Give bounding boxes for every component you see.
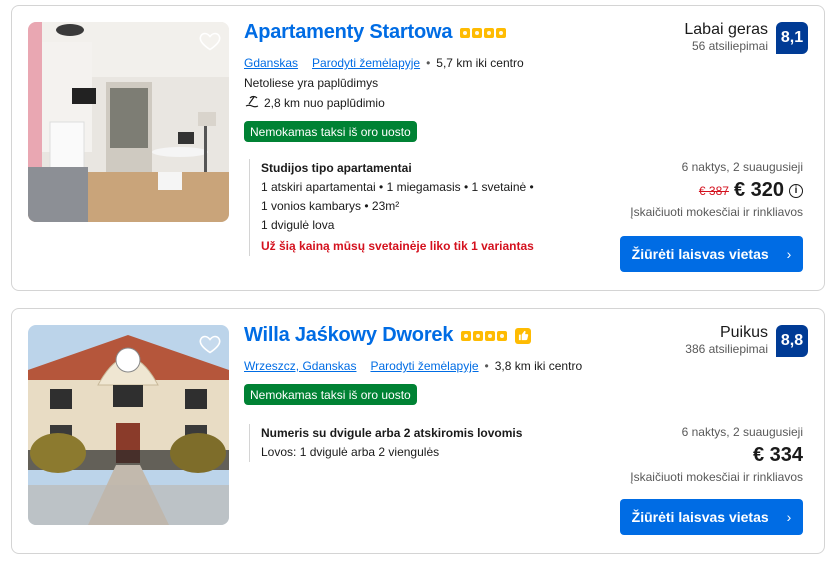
see-availability-button[interactable]: Žiūrėti laisvas vietas › bbox=[620, 236, 803, 272]
star-icon bbox=[460, 27, 471, 38]
location-row: Gdanskas Parodyti žemėlapyje • 5,7 km ik… bbox=[244, 56, 524, 70]
show-map-link[interactable]: Parodyti žemėlapyje bbox=[370, 359, 478, 373]
price-row: € 334 bbox=[630, 444, 803, 467]
free-taxi-badge: Nemokamas taksi iš oro uosto bbox=[244, 384, 417, 405]
see-availability-button[interactable]: Žiūrėti laisvas vietas › bbox=[620, 499, 803, 535]
review-summary[interactable]: Labai geras 56 atsiliepimai 8,1 bbox=[684, 21, 808, 54]
thumbs-up-icon[interactable] bbox=[515, 327, 532, 344]
price-area: 6 naktys, 2 suaugusieji € 334 Įskaičiuot… bbox=[630, 424, 803, 484]
tax-note: Įskaičiuoti mokesčiai ir rinkliavos bbox=[630, 205, 803, 219]
star-icon bbox=[485, 330, 496, 341]
star-icon bbox=[473, 330, 484, 341]
favorite-heart-icon[interactable] bbox=[197, 28, 223, 54]
room-title: Studijos tipo apartamentai bbox=[261, 161, 412, 175]
room-line: 1 vonios kambarys • 23m² bbox=[261, 199, 400, 213]
review-score-badge: 8,8 bbox=[776, 325, 808, 357]
property-name[interactable]: Willa Jaśkowy Dworek bbox=[244, 324, 453, 347]
price: € 320 bbox=[733, 179, 784, 201]
tax-note: Įskaičiuoti mokesčiai ir rinkliavos bbox=[630, 470, 803, 484]
star-icon bbox=[461, 330, 472, 341]
distance-to-center: 5,7 km iki centro bbox=[436, 56, 524, 70]
separator-dot: • bbox=[484, 359, 489, 373]
property-name[interactable]: Apartamenty Startowa bbox=[244, 21, 452, 44]
title-row: Apartamenty Startowa bbox=[244, 21, 507, 44]
room-details: Numeris su dvigule arba 2 atskiromis lov… bbox=[249, 424, 522, 462]
beach-icon bbox=[244, 94, 260, 111]
star-icon bbox=[472, 27, 483, 38]
review-word: Labai geras bbox=[684, 21, 768, 38]
beach-distance-text: 2,8 km nuo paplūdimio bbox=[264, 95, 385, 110]
review-score-badge: 8,1 bbox=[776, 22, 808, 54]
property-photo[interactable] bbox=[28, 325, 229, 525]
room-details: Studijos tipo apartamentai 1 atskiri apa… bbox=[249, 159, 534, 256]
favorite-heart-icon[interactable] bbox=[197, 331, 223, 357]
title-row: Willa Jaśkowy Dworek bbox=[244, 324, 532, 347]
room-line: 1 dvigulė lova bbox=[261, 218, 335, 232]
review-text: Puikus 386 atsiliepimai bbox=[685, 324, 768, 357]
beach-distance: 2,8 km nuo paplūdimio bbox=[244, 94, 385, 111]
price-area: 6 naktys, 2 suaugusieji € 387 € 320 i Įs… bbox=[630, 159, 803, 219]
old-price: € 387 bbox=[698, 183, 729, 198]
property-photo[interactable] bbox=[28, 22, 229, 222]
chevron-right-icon: › bbox=[786, 246, 792, 262]
chevron-right-icon: › bbox=[786, 509, 792, 525]
star-icon bbox=[484, 27, 495, 38]
distance-to-center: 3,8 km iki centro bbox=[494, 359, 583, 373]
availability-warning: Už šią kainą mūsų svetainėje liko tik 1 … bbox=[261, 239, 534, 253]
room-title: Numeris su dvigule arba 2 atskiromis lov… bbox=[261, 426, 523, 440]
review-count: 56 atsiliepimai bbox=[691, 39, 768, 53]
location-link[interactable]: Wrzeszcz, Gdanskas bbox=[244, 359, 356, 373]
stay-info: 6 naktys, 2 suaugusieji bbox=[681, 160, 803, 174]
review-word: Puikus bbox=[719, 324, 768, 341]
star-icon bbox=[497, 330, 508, 341]
location-row: Wrzeszcz, Gdanskas Parodyti žemėlapyje •… bbox=[244, 359, 582, 373]
price: € 334 bbox=[752, 444, 803, 466]
star-rating bbox=[461, 330, 508, 341]
review-summary[interactable]: Puikus 386 atsiliepimai 8,8 bbox=[685, 324, 808, 357]
info-icon[interactable]: i bbox=[789, 183, 803, 198]
separator-dot: • bbox=[426, 56, 431, 70]
beach-note: Netoliese yra paplūdimys bbox=[244, 76, 379, 90]
review-count: 386 atsiliepimai bbox=[685, 342, 768, 356]
price-row: € 387 € 320 i bbox=[630, 179, 803, 202]
room-line: 1 atskiri apartamentai • 1 miegamasis • … bbox=[261, 180, 534, 194]
star-rating bbox=[460, 27, 507, 38]
star-icon bbox=[496, 27, 507, 38]
location-link[interactable]: Gdanskas bbox=[244, 56, 298, 70]
see-availability-label: Žiūrėti laisvas vietas bbox=[631, 246, 769, 262]
review-text: Labai geras 56 atsiliepimai bbox=[684, 21, 768, 54]
room-line: Lovos: 1 dvigulė arba 2 viengulės bbox=[261, 445, 440, 459]
show-map-link[interactable]: Parodyti žemėlapyje bbox=[312, 56, 420, 70]
stay-info: 6 naktys, 2 suaugusieji bbox=[681, 425, 803, 439]
free-taxi-badge: Nemokamas taksi iš oro uosto bbox=[244, 121, 417, 142]
property-card: Apartamenty Startowa Gdanskas Parodyti ž… bbox=[11, 5, 825, 291]
see-availability-label: Žiūrėti laisvas vietas bbox=[631, 509, 769, 525]
property-card: Willa Jaśkowy Dworek Wrzeszcz, Gdanskas … bbox=[11, 308, 825, 554]
